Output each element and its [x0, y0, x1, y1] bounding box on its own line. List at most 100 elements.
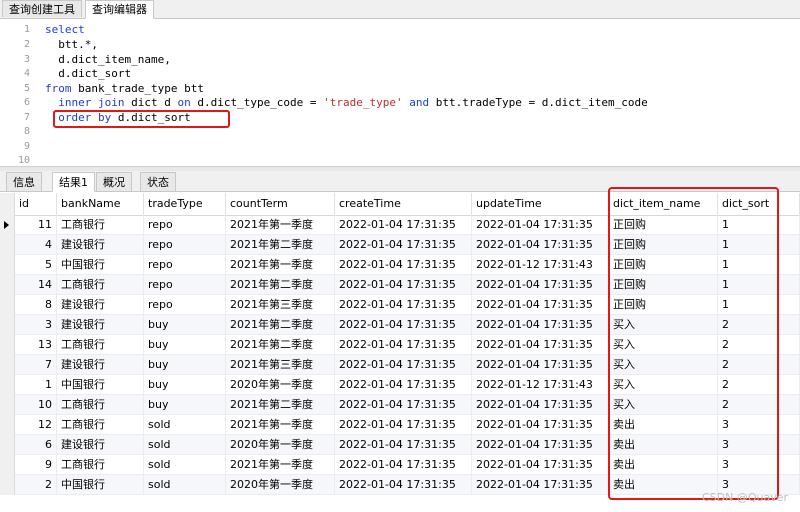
cell-updatetime[interactable]: 2022-01-04 17:31:35: [472, 295, 609, 315]
cell-bankname[interactable]: 工商银行: [57, 275, 144, 295]
row-indicator[interactable]: [0, 255, 15, 275]
table-row[interactable]: 11 工商银行 repo 2021年第一季度 2022-01-04 17:31:35 20…: [0, 215, 800, 235]
cell-updatetime[interactable]: 2022-01-04 17:31:35: [472, 275, 609, 295]
cell-tradetype[interactable]: sold: [144, 455, 226, 475]
cell-tradetype[interactable]: repo: [144, 215, 226, 235]
cell-tradetype[interactable]: sold: [144, 475, 226, 495]
cell-dict-sort[interactable]: 1: [718, 255, 800, 275]
cell-updatetime[interactable]: 2022-01-04 17:31:35: [472, 315, 609, 335]
row-indicator[interactable]: [0, 415, 15, 435]
cell-updatetime[interactable]: 2022-01-04 17:31:35: [472, 355, 609, 375]
cell-dict-sort[interactable]: 1: [718, 215, 800, 235]
cell-createtime[interactable]: 2022-01-04 17:31:35: [335, 295, 472, 315]
cell-createtime[interactable]: 2022-01-04 17:31:35: [335, 255, 472, 275]
cell-dict-item-name[interactable]: 卖出: [609, 455, 718, 475]
cell-createtime[interactable]: 2022-01-04 17:31:35: [335, 235, 472, 255]
cell-id[interactable]: 6: [15, 435, 57, 455]
tab-profile[interactable]: 概况: [96, 172, 132, 191]
table-row[interactable]: 3 建设银行 buy 2021年第二季度 2022-01-04 17:31:35 2022…: [0, 315, 800, 335]
cell-id[interactable]: 7: [15, 355, 57, 375]
cell-createtime[interactable]: 2022-01-04 17:31:35: [335, 215, 472, 235]
row-indicator[interactable]: [0, 215, 15, 235]
row-indicator[interactable]: [0, 355, 15, 375]
cell-tradetype[interactable]: buy: [144, 395, 226, 415]
cell-countterm[interactable]: 2021年第二季度: [226, 335, 335, 355]
cell-bankname[interactable]: 中国银行: [57, 255, 144, 275]
row-indicator[interactable]: [0, 235, 15, 255]
cell-tradetype[interactable]: buy: [144, 315, 226, 335]
tab-status[interactable]: 状态: [140, 172, 176, 191]
cell-updatetime[interactable]: 2022-01-04 17:31:35: [472, 395, 609, 415]
cell-bankname[interactable]: 工商银行: [57, 415, 144, 435]
cell-id[interactable]: 13: [15, 335, 57, 355]
cell-dict-item-name[interactable]: 买入: [609, 375, 718, 395]
tab-info[interactable]: 信息: [6, 172, 42, 191]
cell-createtime[interactable]: 2022-01-04 17:31:35: [335, 455, 472, 475]
cell-tradetype[interactable]: sold: [144, 435, 226, 455]
cell-bankname[interactable]: 工商银行: [57, 395, 144, 415]
row-indicator[interactable]: [0, 455, 15, 475]
table-row[interactable]: 7 建设银行 buy 2021年第三季度 2022-01-04 17:31:35 2022…: [0, 355, 800, 375]
cell-dict-sort[interactable]: 2: [718, 395, 800, 415]
cell-bankname[interactable]: 中国银行: [57, 375, 144, 395]
cell-bankname[interactable]: 建设银行: [57, 295, 144, 315]
cell-dict-sort[interactable]: 3: [718, 435, 800, 455]
column-header-updatetime[interactable]: updateTime: [472, 193, 609, 215]
cell-createtime[interactable]: 2022-01-04 17:31:35: [335, 355, 472, 375]
cell-createtime[interactable]: 2022-01-04 17:31:35: [335, 475, 472, 495]
cell-id[interactable]: 1: [15, 375, 57, 395]
table-row[interactable]: 5 中国银行 repo 2021年第一季度 2022-01-04 17:31:35 202…: [0, 255, 800, 275]
cell-updatetime[interactable]: 2022-01-04 17:31:35: [472, 475, 609, 495]
cell-countterm[interactable]: 2021年第一季度: [226, 215, 335, 235]
result-grid[interactable]: id bankName tradeType countTerm createTi…: [0, 193, 800, 512]
cell-id[interactable]: 3: [15, 315, 57, 335]
cell-countterm[interactable]: 2021年第二季度: [226, 395, 335, 415]
cell-dict-item-name[interactable]: 买入: [609, 315, 718, 335]
cell-createtime[interactable]: 2022-01-04 17:31:35: [335, 415, 472, 435]
cell-bankname[interactable]: 建设银行: [57, 235, 144, 255]
row-indicator[interactable]: [0, 295, 15, 315]
tab-query-editor[interactable]: 查询编辑器: [85, 0, 154, 19]
column-header-countterm[interactable]: countTerm: [226, 193, 335, 215]
cell-updatetime[interactable]: 2022-01-04 17:31:35: [472, 435, 609, 455]
cell-createtime[interactable]: 2022-01-04 17:31:35: [335, 335, 472, 355]
table-row[interactable]: 4 建设银行 repo 2021年第二季度 2022-01-04 17:31:35 202…: [0, 235, 800, 255]
cell-updatetime[interactable]: 2022-01-04 17:31:35: [472, 215, 609, 235]
cell-id[interactable]: 14: [15, 275, 57, 295]
cell-updatetime[interactable]: 2022-01-04 17:31:35: [472, 415, 609, 435]
cell-dict-item-name[interactable]: 正回购: [609, 295, 718, 315]
cell-tradetype[interactable]: repo: [144, 275, 226, 295]
cell-tradetype[interactable]: buy: [144, 375, 226, 395]
column-header-createtime[interactable]: createTime: [335, 193, 472, 215]
table-row[interactable]: 6 建设银行 sold 2020年第一季度 2022-01-04 17:31:35 202…: [0, 435, 800, 455]
column-header-bankname[interactable]: bankName: [57, 193, 144, 215]
cell-dict-item-name[interactable]: 正回购: [609, 235, 718, 255]
cell-bankname[interactable]: 建设银行: [57, 355, 144, 375]
cell-dict-item-name[interactable]: 正回购: [609, 255, 718, 275]
cell-countterm[interactable]: 2021年第一季度: [226, 255, 335, 275]
cell-countterm[interactable]: 2020年第一季度: [226, 375, 335, 395]
column-header-tradetype[interactable]: tradeType: [144, 193, 226, 215]
table-row[interactable]: 2 中国银行 sold 2020年第一季度 2022-01-04 17:31:35 202…: [0, 475, 800, 495]
column-header-id[interactable]: id: [15, 193, 57, 215]
sql-editor[interactable]: 1 2 3 4 5 6 7 8 9 10 select btt.*, d.dic…: [0, 19, 800, 167]
cell-id[interactable]: 12: [15, 415, 57, 435]
row-indicator[interactable]: [0, 375, 15, 395]
cell-createtime[interactable]: 2022-01-04 17:31:35: [335, 315, 472, 335]
cell-id[interactable]: 10: [15, 395, 57, 415]
cell-dict-item-name[interactable]: 买入: [609, 395, 718, 415]
table-row[interactable]: 13 工商银行 buy 2021年第二季度 2022-01-04 17:31:35 202…: [0, 335, 800, 355]
cell-countterm[interactable]: 2021年第三季度: [226, 355, 335, 375]
cell-updatetime[interactable]: 2022-01-12 17:31:43: [472, 375, 609, 395]
cell-bankname[interactable]: 工商银行: [57, 215, 144, 235]
cell-countterm[interactable]: 2021年第一季度: [226, 415, 335, 435]
cell-countterm[interactable]: 2020年第一季度: [226, 435, 335, 455]
cell-countterm[interactable]: 2021年第二季度: [226, 275, 335, 295]
cell-dict-item-name[interactable]: 卖出: [609, 415, 718, 435]
cell-bankname[interactable]: 建设银行: [57, 315, 144, 335]
cell-dict-item-name[interactable]: 正回购: [609, 275, 718, 295]
cell-dict-sort[interactable]: 3: [718, 455, 800, 475]
column-header-dict-sort[interactable]: dict_sort: [718, 193, 800, 215]
cell-tradetype[interactable]: repo: [144, 235, 226, 255]
cell-dict-item-name[interactable]: 买入: [609, 355, 718, 375]
